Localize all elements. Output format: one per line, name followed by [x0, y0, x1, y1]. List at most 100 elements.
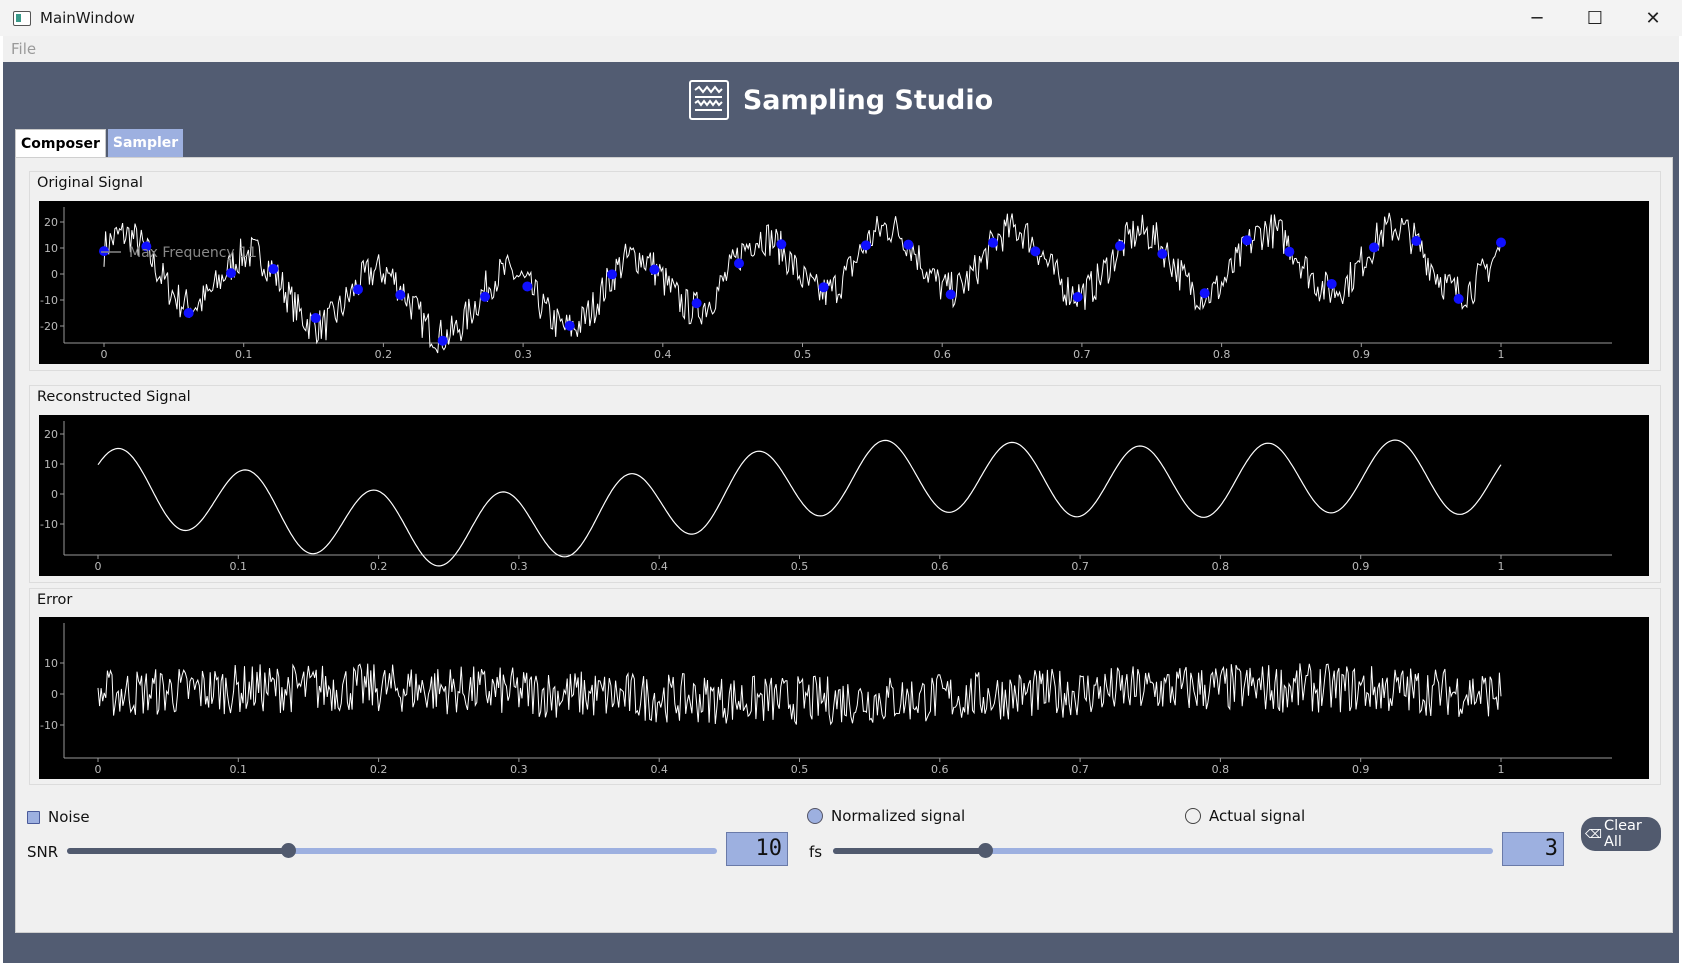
sample-point — [183, 307, 194, 318]
actual-radio-dot[interactable] — [1185, 808, 1201, 824]
sample-point — [1115, 240, 1125, 251]
sample-point — [988, 237, 998, 248]
error-x-tick-label: 0.6 — [931, 763, 949, 776]
original-y-tick-label: -10 — [40, 294, 58, 307]
clear-all-label: Clear All — [1603, 818, 1642, 850]
maximize-button[interactable]: ☐ — [1566, 0, 1624, 36]
tab-composer[interactable]: Composer — [15, 129, 106, 157]
sample-point — [1411, 235, 1422, 246]
sample-point — [861, 240, 871, 251]
normalized-signal-radio[interactable]: Normalized signal — [807, 807, 965, 825]
sample-point — [1453, 293, 1464, 304]
original-signal-plot[interactable]: 0 0.1 0.2 0.3 0.4 0.5 0.6 0.7 0.8 0.9 1 20 10 0 -10 -20… — [39, 201, 1649, 364]
error-x-tick-label: 0.8 — [1212, 763, 1230, 776]
sample-point — [268, 264, 279, 275]
sample-point — [1199, 288, 1210, 299]
sample-point — [1284, 246, 1295, 257]
window-title: MainWindow — [40, 9, 135, 27]
tab-sampler[interactable]: Sampler — [107, 129, 184, 157]
original-x-tick-label: 0.5 — [794, 348, 812, 361]
snr-label: SNR — [27, 843, 59, 861]
sample-point — [945, 289, 956, 300]
original-x-tick-label: 0.6 — [933, 348, 951, 361]
menu-file[interactable]: File — [11, 40, 36, 58]
minimize-button[interactable]: ─ — [1508, 0, 1566, 36]
sample-point — [1369, 242, 1379, 253]
sample-point — [480, 291, 490, 302]
noise-label: Noise — [48, 808, 90, 826]
error-x-tick-label: 0.1 — [230, 763, 248, 776]
error-signal-line — [97, 663, 1502, 726]
noise-checkbox[interactable]: Noise — [27, 808, 90, 826]
main-area: Sampling Studio Composer Sampler Origina… — [3, 62, 1679, 963]
fs-slider[interactable] — [833, 843, 1493, 858]
original-x-tick-label: 0.2 — [375, 348, 393, 361]
reconstructed-y-tick-label: 0 — [51, 488, 58, 501]
sample-point — [903, 239, 914, 250]
sample-point — [310, 313, 321, 324]
close-button[interactable]: ✕ — [1624, 0, 1682, 36]
noise-checkbox-box[interactable] — [27, 810, 40, 824]
error-plot[interactable]: 0 0.1 0.2 0.3 0.4 0.5 0.6 0.7 0.8 0.9 1 10 0 -10 — [39, 617, 1649, 779]
error-x-tick-label: 0.9 — [1352, 763, 1370, 776]
eraser-icon: ⌫ — [1585, 827, 1602, 841]
original-signal-chart: 0 0.1 0.2 0.3 0.4 0.5 0.6 0.7 0.8 0.9 1 20 10 0 -10 -20… — [40, 207, 1612, 361]
original-x-tick-label: 0.7 — [1073, 348, 1091, 361]
original-y-tick-label: -20 — [40, 320, 58, 333]
legend-max-frequency: Max Frequency 11 — [129, 245, 257, 261]
sample-point — [564, 320, 575, 331]
fs-value-display: 3 — [1502, 832, 1564, 866]
reconstructed-x-tick-label: 0.8 — [1212, 560, 1230, 573]
controls-area: Noise Normalized signal Actual signal SN… — [16, 793, 1674, 933]
reconstructed-x-tick-label: 0.2 — [370, 560, 388, 573]
reconstructed-signal-group: Reconstructed Signal 0 0.1 0.2 0.3 0.4 0.5 0.6… — [29, 385, 1661, 583]
error-x-tick-label: 0.3 — [510, 763, 528, 776]
fs-label: fs — [809, 843, 823, 861]
reconstructed-y-tick-label: 20 — [44, 428, 58, 441]
normalized-signal-label: Normalized signal — [831, 807, 966, 825]
error-y-tick-label: -10 — [40, 719, 58, 732]
snr-slider-handle[interactable] — [281, 843, 296, 858]
snr-slider-fill — [67, 848, 288, 854]
error-title: Error — [37, 592, 77, 608]
reconstructed-signal-plot[interactable]: 0 0.1 0.2 0.3 0.4 0.5 0.6 0.7 0.8 0.9 1 20 10 0 -10 — [39, 415, 1649, 576]
sample-point — [522, 281, 533, 292]
reconstructed-x-tick-label: 0 — [95, 560, 102, 573]
error-x-tick-label: 0.5 — [791, 763, 809, 776]
app-title: Sampling Studio — [742, 84, 994, 116]
app-header: Sampling Studio — [3, 76, 1679, 124]
error-x-tick-label: 1 — [1498, 763, 1505, 776]
sample-point — [734, 258, 744, 269]
error-chart: 0 0.1 0.2 0.3 0.4 0.5 0.6 0.7 0.8 0.9 1 10 0 -10 — [40, 623, 1612, 776]
snr-slider[interactable] — [67, 843, 717, 858]
reconstructed-signal-line — [97, 439, 1502, 567]
original-x-tick-label: 0.9 — [1353, 348, 1371, 361]
reconstructed-x-tick-label: 0.3 — [510, 560, 528, 573]
fs-slider-fill — [833, 848, 985, 854]
waveform-monitor-icon — [688, 80, 729, 120]
reconstructed-x-tick-label: 0.1 — [230, 560, 248, 573]
fs-slider-handle[interactable] — [977, 843, 993, 858]
sample-point — [607, 269, 617, 280]
sample-point — [1030, 246, 1041, 257]
sample-point — [1072, 291, 1083, 302]
reconstructed-x-tick-label: 1 — [1498, 560, 1505, 573]
sample-point — [353, 284, 363, 295]
clear-all-button[interactable]: ⌫ Clear All — [1581, 817, 1661, 851]
original-y-tick-label: 20 — [44, 216, 58, 229]
sample-point — [437, 335, 448, 346]
original-x-tick-label: 0.1 — [235, 348, 253, 361]
original-x-tick-label: 0.4 — [654, 348, 672, 361]
menu-bar: File — [3, 36, 1679, 62]
app-window-icon — [13, 10, 31, 26]
actual-signal-label: Actual signal — [1209, 807, 1306, 825]
original-x-tick-label: 1 — [1498, 348, 1505, 361]
reconstructed-x-tick-label: 0.5 — [791, 560, 809, 573]
sample-point — [1326, 278, 1337, 289]
actual-signal-radio[interactable]: Actual signal — [1185, 807, 1305, 825]
sample-point — [99, 246, 109, 257]
reconstructed-x-tick-label: 0.9 — [1352, 560, 1370, 573]
normalized-radio-dot[interactable] — [807, 808, 823, 824]
reconstructed-x-tick-label: 0.7 — [1071, 560, 1089, 573]
original-signal-group: Original Signal 0 0.1 0.2 0.3 0.4 0.5 0.6 0.7 0.… — [29, 171, 1661, 371]
